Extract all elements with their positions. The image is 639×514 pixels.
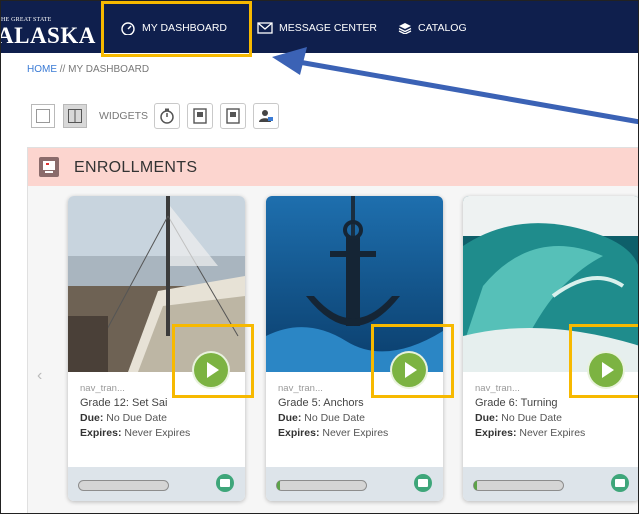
- app-frame: HE GREAT STATE ALASKA MY DASHBOARD MESSA…: [0, 0, 639, 514]
- annotation-arrow-icon: [272, 47, 638, 125]
